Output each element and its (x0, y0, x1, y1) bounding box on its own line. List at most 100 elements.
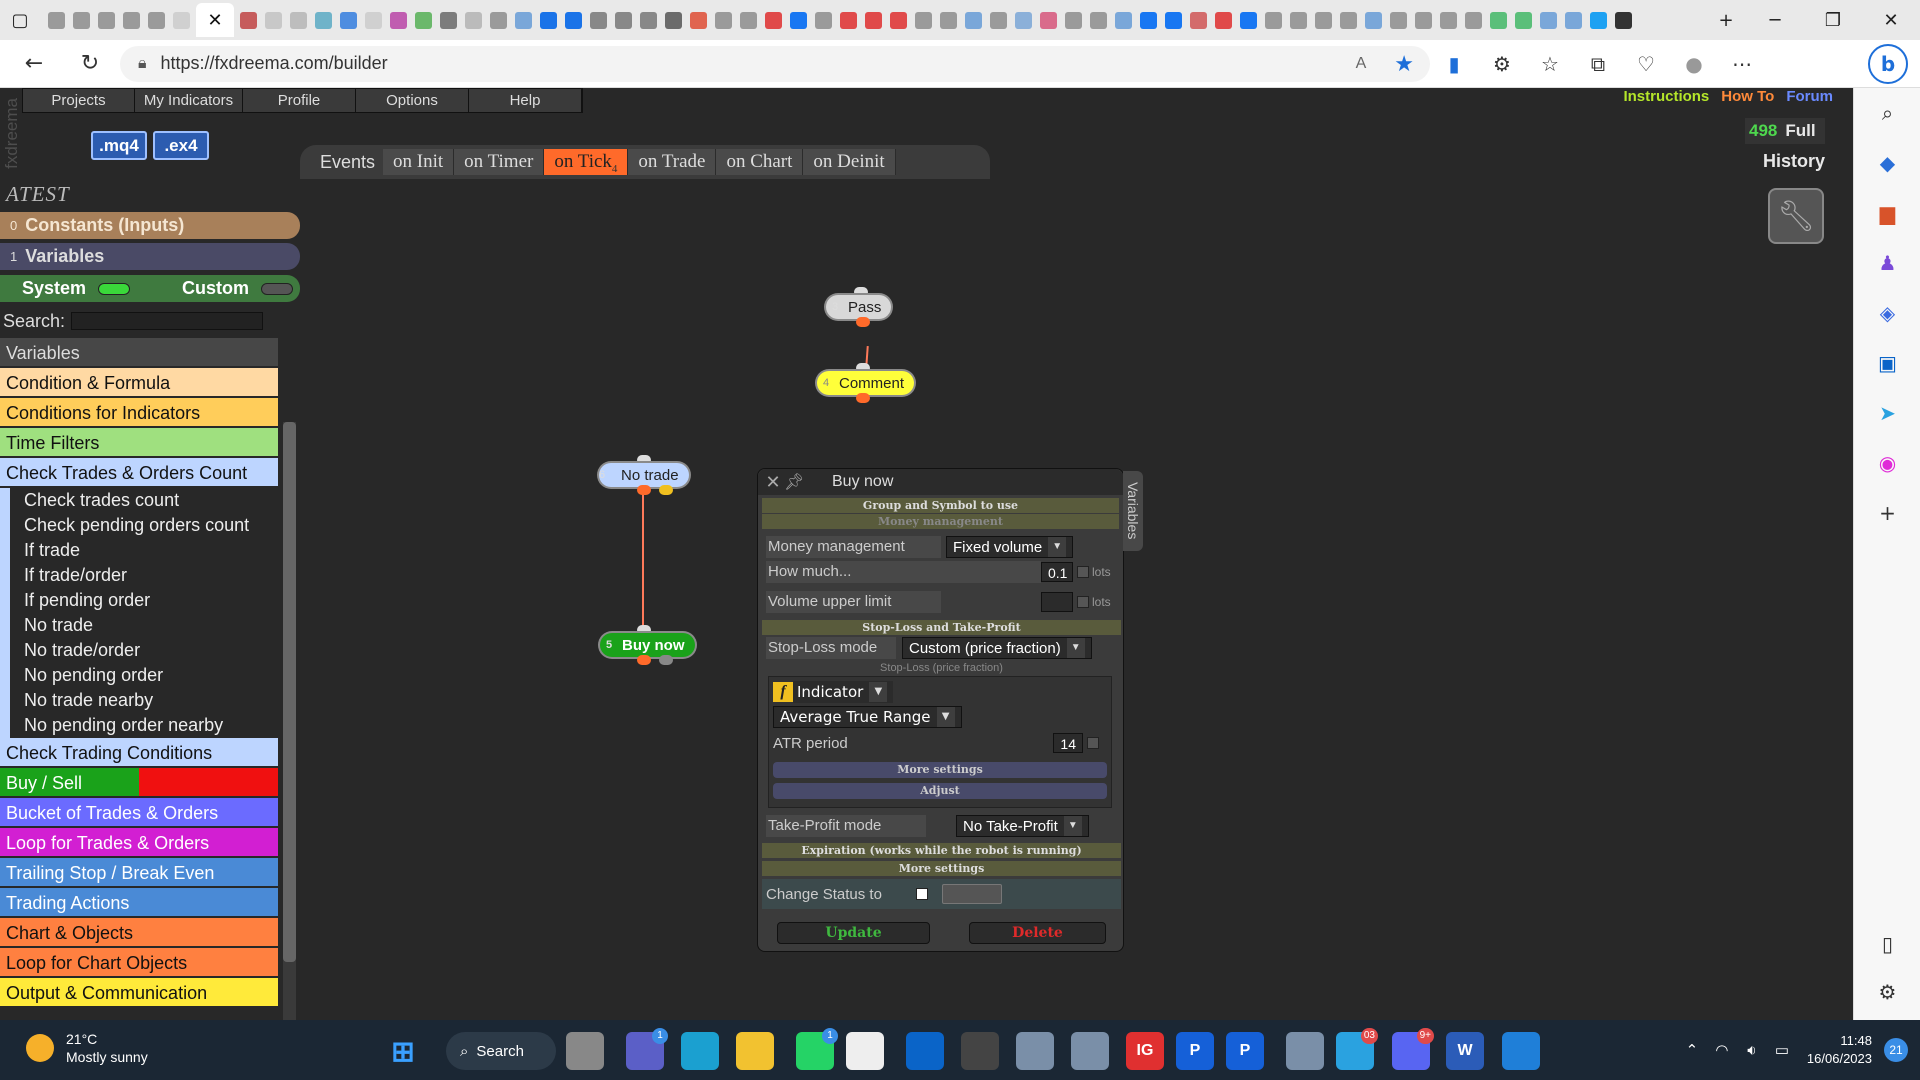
browser-tab-favicon[interactable] (415, 11, 432, 29)
browser-tab-favicon[interactable] (73, 11, 90, 29)
browser-tab-favicon[interactable] (865, 11, 882, 29)
category-bucket-of-trades-orders[interactable]: Bucket of Trades & Orders (0, 798, 278, 828)
section-more-settings[interactable]: More settings (762, 861, 1121, 876)
menu-my-indicators[interactable]: My Indicators (135, 89, 243, 112)
read-aloud-icon[interactable]: A (1356, 55, 1367, 73)
browser-tab-favicon[interactable] (1415, 11, 1432, 29)
browser-tab-favicon[interactable] (1340, 11, 1357, 29)
constants-inputs-button[interactable]: 0 Constants (Inputs) (0, 212, 300, 239)
browser-tab-favicon[interactable] (1115, 11, 1132, 29)
atr-indicator-select[interactable]: Average True Range ▼ (773, 706, 962, 728)
browser-tab-favicon[interactable] (990, 11, 1007, 29)
browser-tab-favicon[interactable] (1290, 11, 1307, 29)
category-loop-for-chart-objects[interactable]: Loop for Chart Objects (0, 948, 278, 978)
section-group-symbol[interactable]: Group and Symbol to use (762, 498, 1119, 513)
menu-help[interactable]: Help (469, 89, 582, 112)
change-status-checkbox[interactable] (916, 888, 928, 900)
start-button[interactable]: ⊞ (384, 1032, 422, 1070)
sidebar-shopping-icon[interactable]: ◆ (1854, 138, 1920, 188)
url-text[interactable]: https://fxdreema.com/builder (161, 53, 1356, 74)
howto-link[interactable]: How To (1721, 88, 1774, 105)
active-tab-close-icon[interactable]: ✕ (196, 3, 234, 37)
telegram-taskbar-icon[interactable]: 03 (1336, 1028, 1378, 1070)
mt4-b-taskbar-icon[interactable] (1071, 1032, 1109, 1070)
word-taskbar-icon[interactable]: W (1446, 1032, 1484, 1070)
category-condition-formula[interactable]: Condition & Formula (0, 368, 278, 398)
tab-on-init[interactable]: on Init (383, 149, 455, 175)
browser-tab-favicon[interactable] (690, 11, 707, 29)
battery-icon[interactable]: ▭ (1767, 1041, 1797, 1059)
variables-side-tab[interactable]: Variables (1123, 471, 1143, 551)
category-check-trades-orders-count[interactable]: Check Trades & Orders Count (0, 458, 278, 488)
category-buy-sell[interactable]: Buy / Sell (0, 768, 278, 798)
url-input[interactable]: 🔒︎ https://fxdreema.com/builder A ★ (120, 45, 1430, 82)
browser-tab-favicon[interactable] (940, 11, 957, 29)
sidebar-send-icon[interactable]: ➤ (1854, 388, 1920, 438)
block-item[interactable]: No trade/order (0, 638, 278, 663)
browser-tab-favicon[interactable] (890, 11, 907, 29)
browser-tab-favicon[interactable] (315, 11, 332, 29)
menu-options[interactable]: Options (356, 89, 469, 112)
favorites-icon[interactable]: ☆ (1526, 52, 1574, 76)
sidebar-outlook-icon[interactable]: ▣ (1854, 338, 1920, 388)
category-check-trading-conditions[interactable]: Check Trading Conditions (0, 738, 278, 768)
browser-tab-favicon[interactable] (1215, 11, 1232, 29)
favorite-star-icon[interactable]: ★ (1394, 51, 1414, 77)
teams-taskbar-icon[interactable]: 1 (626, 1028, 668, 1070)
browser-tab-favicon[interactable] (1065, 11, 1082, 29)
how-much-checkbox[interactable] (1077, 566, 1089, 578)
browser-tab-favicon[interactable] (1090, 11, 1107, 29)
whatsapp-taskbar-icon[interactable]: 1 (796, 1028, 838, 1070)
browser-tab-favicon[interactable] (340, 11, 357, 29)
volume-icon[interactable]: 🔉︎ (1737, 1042, 1767, 1059)
pin-icon[interactable]: 📌︎ (784, 472, 814, 492)
tab-on-tick[interactable]: on Tick4 (544, 149, 629, 175)
category-output-communication[interactable]: Output & Communication (0, 978, 278, 1008)
mt4-c-taskbar-icon[interactable] (1286, 1032, 1324, 1070)
change-status-select[interactable] (942, 884, 1002, 904)
weather-widget[interactable]: 21°C Mostly sunny (26, 1030, 148, 1066)
sidebar-settings-icon[interactable]: ⚙ (1854, 972, 1920, 1012)
back-icon[interactable]: ← (12, 44, 56, 84)
block-item[interactable]: No trade nearby (0, 688, 278, 713)
browser-tab-favicon[interactable] (965, 11, 982, 29)
how-much-input[interactable]: 0.1 (1041, 562, 1073, 582)
browser-tab-favicon[interactable] (840, 11, 857, 29)
browser-tab-favicon[interactable] (98, 11, 115, 29)
block-item[interactable]: If trade (0, 538, 278, 563)
browser-tab-favicon[interactable] (490, 11, 507, 29)
browser-tab-favicon[interactable] (1490, 11, 1507, 29)
browser-tab-favicon[interactable] (240, 11, 257, 29)
section-sl-tp[interactable]: Stop-Loss and Take-Profit (762, 620, 1121, 635)
sidebar-office-icon[interactable]: ◈ (1854, 288, 1920, 338)
block-node-no-trade[interactable]: 6 No trade (599, 463, 689, 487)
media-player-taskbar-icon[interactable] (961, 1032, 999, 1070)
category-variables[interactable]: Variables (0, 338, 278, 368)
custom-toggle[interactable] (261, 282, 294, 295)
browser-tab-favicon[interactable] (715, 11, 732, 29)
edge-taskbar-icon[interactable] (681, 1032, 719, 1070)
section-money-management[interactable]: Money management (762, 514, 1119, 529)
refresh-icon[interactable]: ↻ (68, 44, 112, 84)
block-item[interactable]: No pending order (0, 663, 278, 688)
instructions-link[interactable]: Instructions (1623, 88, 1709, 105)
p-app-b-taskbar-icon[interactable]: P (1226, 1032, 1264, 1070)
tray-chevron-up-icon[interactable]: ⌃ (1677, 1041, 1707, 1059)
download-mq4-button[interactable]: .mq4 (91, 131, 147, 160)
panel-scroll-thumb[interactable] (283, 422, 296, 962)
category-trading-actions[interactable]: Trading Actions (0, 888, 278, 918)
sidebar-games-icon[interactable]: ♟ (1854, 238, 1920, 288)
browser-tab-favicon[interactable] (1015, 11, 1032, 29)
tab-on-deinit[interactable]: on Deinit (803, 149, 896, 175)
mt4-a-taskbar-icon[interactable] (1016, 1032, 1054, 1070)
delete-button[interactable]: Delete (969, 922, 1106, 944)
p-app-a-taskbar-icon[interactable]: P (1176, 1032, 1214, 1070)
clock[interactable]: 11:48 16/06/2023 (1807, 1032, 1872, 1068)
browser-tab-favicon[interactable] (1140, 11, 1157, 29)
volume-limit-checkbox[interactable] (1077, 596, 1089, 608)
category-chart-objects[interactable]: Chart & Objects (0, 918, 278, 948)
browser-tab-favicon[interactable] (1590, 11, 1607, 29)
sidebar-tools-icon[interactable]: ▆ (1854, 188, 1920, 238)
browser-tab-favicon[interactable] (565, 11, 582, 29)
browser-tab-favicon[interactable] (615, 11, 632, 29)
